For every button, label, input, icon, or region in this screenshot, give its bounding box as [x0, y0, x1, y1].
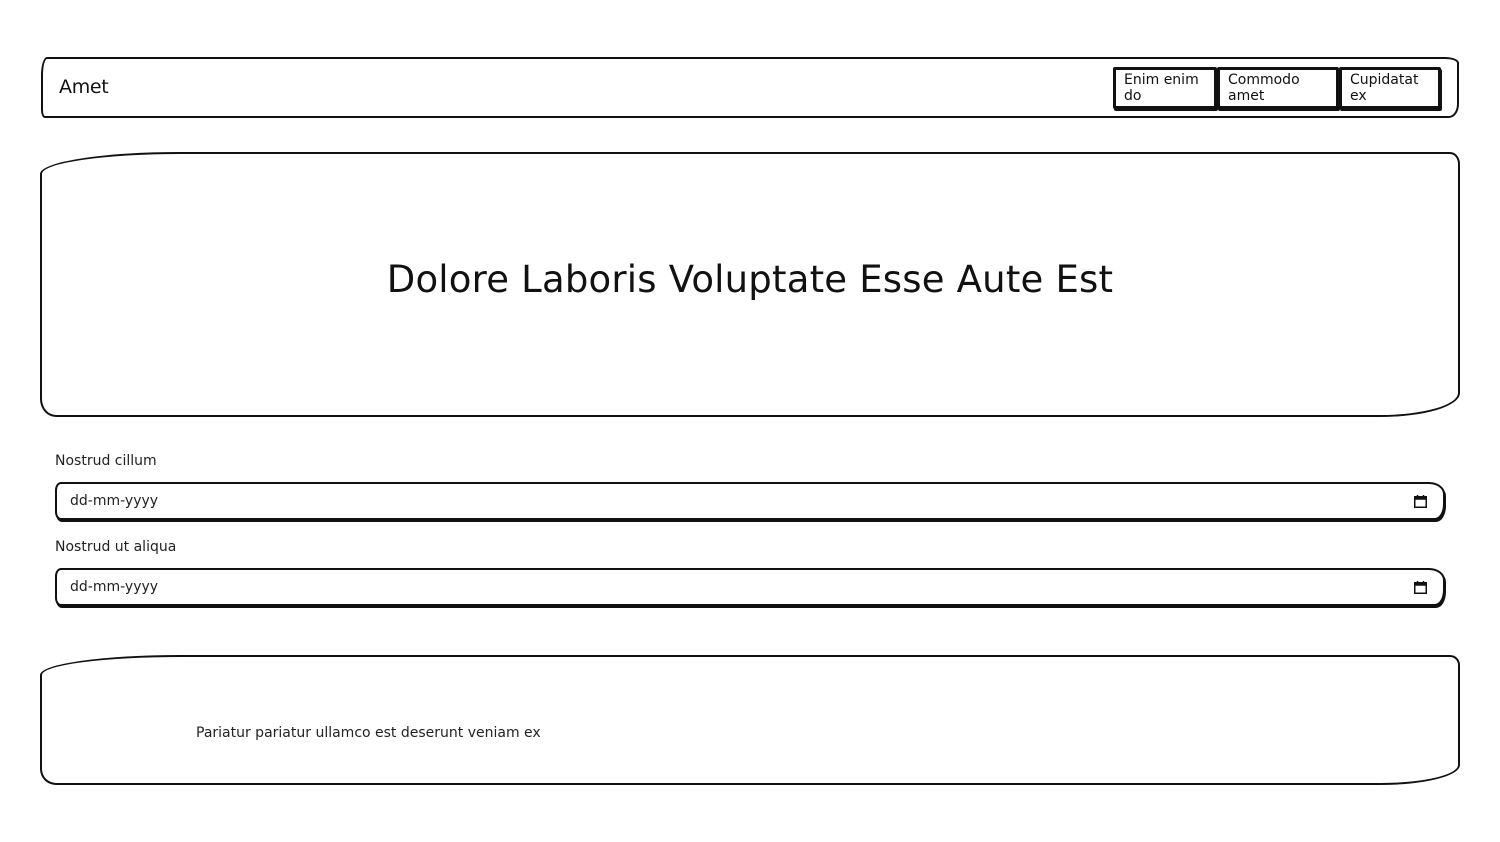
calendar-icon[interactable]: [1414, 495, 1427, 508]
nav-button-cupidatat-ex[interactable]: Cupidatat ex: [1339, 67, 1441, 109]
brand-name: Amet: [59, 76, 109, 98]
footer-panel: Pariatur pariatur ullamco est deserunt v…: [40, 655, 1460, 785]
date-placeholder: dd-mm-yyyy: [70, 493, 159, 509]
calendar-icon[interactable]: [1414, 581, 1427, 594]
date-input-nostrud-cillum[interactable]: dd-mm-yyyy: [55, 482, 1445, 520]
nav-button-commodo-amet[interactable]: Commodo amet: [1217, 67, 1339, 109]
date-placeholder: dd-mm-yyyy: [70, 579, 159, 595]
hero-title: Dolore Laboris Voluptate Esse Aute Est: [386, 258, 1114, 301]
field-label-nostrud-cillum: Nostrud cillum: [55, 453, 157, 469]
page: Amet Enim enim do Commodo amet Cupidatat…: [0, 0, 1500, 842]
hero-panel: Dolore Laboris Voluptate Esse Aute Est: [40, 152, 1460, 417]
footer-text: Pariatur pariatur ullamco est deserunt v…: [196, 725, 541, 741]
date-input-nostrud-ut-aliqua[interactable]: dd-mm-yyyy: [55, 568, 1445, 606]
nav-button-enim-enim-do[interactable]: Enim enim do: [1113, 67, 1217, 109]
nav-button-group: Enim enim do Commodo amet Cupidatat ex: [1113, 67, 1441, 109]
navbar: Amet Enim enim do Commodo amet Cupidatat…: [41, 57, 1459, 118]
field-label-nostrud-ut-aliqua: Nostrud ut aliqua: [55, 539, 177, 555]
